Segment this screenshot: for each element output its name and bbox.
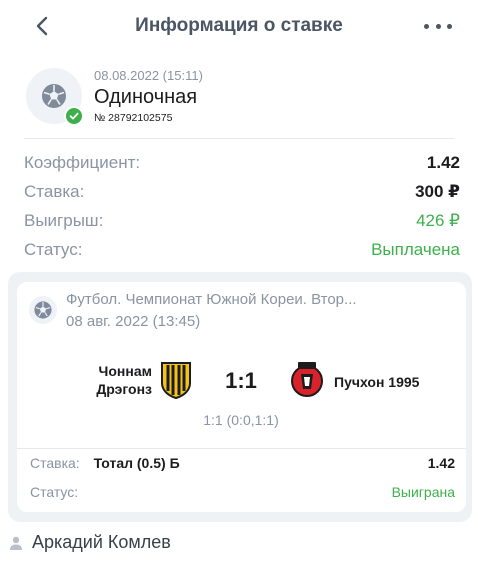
stake-row: Ставка: 300 ₽ (24, 177, 460, 206)
top-bar: Информация о ставке (0, 0, 478, 52)
author-name: Аркадий Комлев (32, 532, 171, 552)
selection-row: Ставка: Тотал (0.5) Б 1.42 (30, 455, 455, 471)
status-label: Статус: (24, 239, 83, 259)
bet-number: № 28792102575 (94, 112, 173, 124)
selection-group: Ставка: Тотал (0.5) Б (30, 455, 180, 471)
bet-header: 08.08.2022 (15:11) Одиночная № 287921025… (24, 66, 454, 130)
page-title: Информация о ставке (135, 15, 343, 36)
stake-label: Ставка: (24, 181, 85, 201)
bet-summary: Коэффициент: 1.42 Ставка: 300 ₽ Выигрыш:… (24, 148, 460, 264)
home-team-line: Дрэгонз (96, 381, 152, 397)
score-detail: 1:1 (0:0,1:1) (203, 412, 279, 428)
winnings-label: Выигрыш: (24, 210, 104, 230)
bet-type: Одиночная (94, 86, 198, 108)
selection-market: Тотал (0.5) Б (93, 455, 180, 471)
sport-badge (29, 296, 57, 324)
home-team-name: Чоннам Дрэгонз (60, 362, 152, 398)
more-options-button[interactable] (424, 14, 452, 38)
away-team-logo (290, 360, 324, 400)
more-horizontal-icon (424, 23, 429, 29)
user-icon (10, 536, 22, 550)
bet-date: 08.08.2022 (15:11) (94, 68, 203, 83)
more-dot (435, 23, 441, 29)
more-dot (447, 23, 452, 29)
selection-status-value: Выиграна (391, 484, 455, 500)
home-team-line: Чоннам (98, 363, 152, 379)
odds-value: 1.42 (426, 152, 460, 172)
soccer-ball-icon (42, 84, 66, 108)
away-team-name: Пучхон 1995 (334, 374, 420, 390)
selection-odds: 1.42 (427, 455, 455, 471)
selection-status-label: Статус: (30, 484, 79, 500)
odds-row: Коэффициент: 1.42 (24, 148, 460, 177)
home-team-logo (159, 361, 193, 400)
divider (17, 448, 466, 449)
status-value: Выплачена (371, 239, 460, 259)
winnings-row: Выигрыш: 426 ₽ (24, 206, 460, 235)
status-row: Статус: Выплачена (24, 235, 460, 264)
match-score: 1:1 (225, 368, 257, 393)
league-name: Футбол. Чемпионат Южной Кореи. Втор... (66, 291, 357, 308)
odds-label: Коэффициент: (24, 152, 141, 172)
divider (24, 138, 454, 139)
author: Аркадий Комлев (8, 532, 171, 553)
selection-label: Ставка: (30, 455, 80, 471)
selection-status-row: Статус: Выиграна (30, 484, 455, 500)
stake-value: 300 ₽ (415, 181, 460, 201)
match-date: 08 авг. 2022 (13:45) (66, 313, 201, 330)
check-circle-icon (64, 106, 84, 126)
winnings-value: 426 ₽ (416, 210, 460, 230)
soccer-ball-icon (34, 301, 52, 319)
